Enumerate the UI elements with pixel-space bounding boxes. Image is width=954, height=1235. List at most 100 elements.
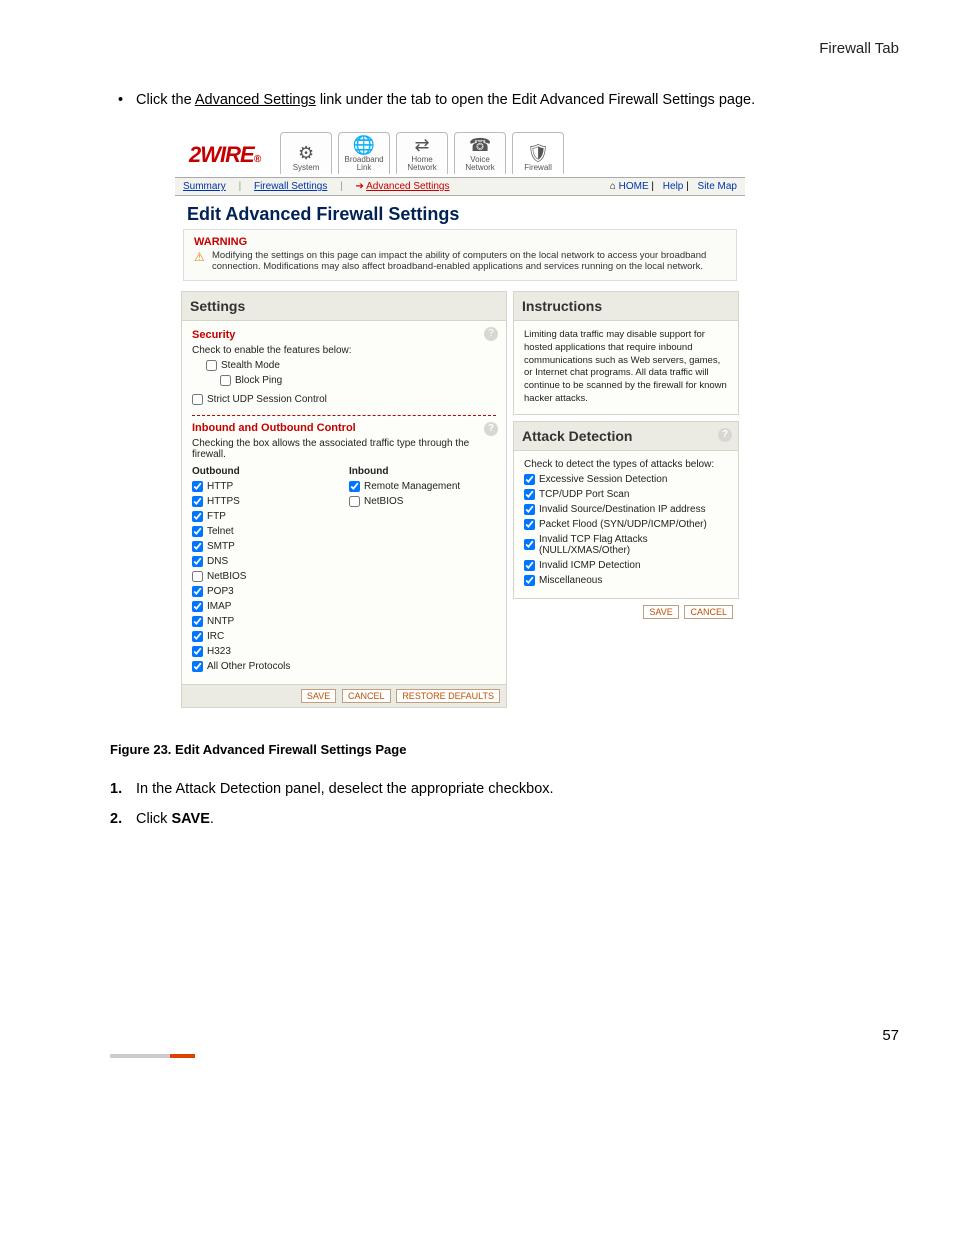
attack-detection-panel: Attack Detection? Check to detect the ty… [513, 421, 739, 599]
outbound-label: DNS [207, 556, 228, 567]
subtab-bar: Summary | Firewall Settings | ➔ Advanced… [175, 177, 745, 196]
home-link[interactable]: HOME [610, 181, 649, 192]
subtab-summary[interactable]: Summary [183, 181, 226, 192]
warning-body: Modifying the settings on this page can … [184, 250, 736, 280]
nav-tab-voice-network[interactable]: ☎Voice Network [454, 132, 506, 174]
nav-tab-home-network[interactable]: ⇄Home Network [396, 132, 448, 174]
page-title: Edit Advanced Firewall Settings [175, 196, 745, 229]
help-icon[interactable]: ? [718, 428, 732, 442]
bullet-mark: • [118, 92, 132, 108]
outbound-label: SMTP [207, 541, 235, 552]
stealth-mode-label: Stealth Mode [221, 360, 280, 371]
strict-udp-checkbox[interactable] [192, 394, 203, 405]
outbound-all-other-protocols-checkbox[interactable] [192, 661, 203, 672]
outbound-label: NetBIOS [207, 571, 246, 582]
page-header: Firewall Tab [110, 40, 899, 57]
nav-tab-broadband-link[interactable]: 🌐Broadband Link [338, 132, 390, 174]
attack-save-button[interactable]: SAVE [643, 605, 678, 619]
2wire-logo: 2WIRE® [175, 142, 280, 174]
attack-invalid-tcp-flag-attacks-null-xmas-other--checkbox[interactable] [524, 539, 535, 550]
attack-packet-flood-syn-udp-icmp-other--checkbox[interactable] [524, 519, 535, 530]
settings-panel: Settings Security ? Check to enable the … [181, 291, 507, 708]
instructions-panel: Instructions Limiting data traffic may d… [513, 291, 739, 415]
outbound-dns-checkbox[interactable] [192, 556, 203, 567]
nav-tab-firewall[interactable]: 🛡Firewall [512, 132, 564, 174]
outbound-nntp-checkbox[interactable] [192, 616, 203, 627]
attack-tcp-udp-port-scan-checkbox[interactable] [524, 489, 535, 500]
save-button[interactable]: SAVE [301, 689, 336, 703]
stealth-mode-checkbox[interactable] [206, 360, 217, 371]
outbound-telnet-checkbox[interactable] [192, 526, 203, 537]
help-link[interactable]: Help [663, 181, 684, 192]
block-ping-checkbox[interactable] [220, 375, 231, 386]
subtab-firewall-settings[interactable]: Firewall Settings [254, 181, 327, 192]
sitemap-link[interactable]: Site Map [698, 181, 737, 192]
outbound-head: Outbound [192, 466, 339, 477]
attack-excessive-session-detection-checkbox[interactable] [524, 474, 535, 485]
io-control-head: Inbound and Outbound Control? [192, 422, 496, 434]
inbound-head: Inbound [349, 466, 496, 477]
outbound-smtp-checkbox[interactable] [192, 541, 203, 552]
intro-pre: Click the [136, 92, 195, 108]
intro-bullet: • Click the Advanced Settings link under… [118, 92, 899, 108]
outbound-label: NNTP [207, 616, 234, 627]
attack-label: Invalid TCP Flag Attacks (NULL/XMAS/Othe… [539, 534, 728, 556]
settings-head: Settings [182, 292, 506, 321]
warning-box: WARNING Modifying the settings on this p… [183, 229, 737, 281]
outbound-label: Telnet [207, 526, 234, 537]
warning-head: WARNING [184, 230, 736, 250]
inbound-remote-management-checkbox[interactable] [349, 481, 360, 492]
screenshot-figure: 2WIRE® ⚙System🌐Broadband Link⇄Home Netwo… [175, 126, 745, 714]
help-icon[interactable]: ? [484, 422, 498, 436]
attack-label: Miscellaneous [539, 575, 602, 586]
nav-tab-system[interactable]: ⚙System [280, 132, 332, 174]
outbound-label: HTTP [207, 481, 233, 492]
attack-label: Excessive Session Detection [539, 474, 667, 485]
page-number: 57 [110, 1027, 899, 1044]
outbound-irc-checkbox[interactable] [192, 631, 203, 642]
step-item: 1.In the Attack Detection panel, deselec… [110, 781, 899, 797]
attack-label: TCP/UDP Port Scan [539, 489, 629, 500]
outbound-h323-checkbox[interactable] [192, 646, 203, 657]
outbound-netbios-checkbox[interactable] [192, 571, 203, 582]
outbound-label: All Other Protocols [207, 661, 290, 672]
outbound-label: FTP [207, 511, 226, 522]
outbound-label: HTTPS [207, 496, 240, 507]
attack-cancel-button[interactable]: CANCEL [684, 605, 733, 619]
instructions-body: Limiting data traffic may disable suppor… [514, 321, 738, 414]
attack-head: Attack Detection? [514, 422, 738, 451]
instructions-head: Instructions [514, 292, 738, 321]
outbound-imap-checkbox[interactable] [192, 601, 203, 612]
inbound-label: Remote Management [364, 481, 460, 492]
io-desc: Checking the box allows the associated t… [192, 438, 496, 460]
outbound-label: H323 [207, 646, 231, 657]
outbound-http-checkbox[interactable] [192, 481, 203, 492]
footer-bar [110, 1054, 899, 1058]
attack-invalid-source-destination-ip-address-checkbox[interactable] [524, 504, 535, 515]
strict-udp-label: Strict UDP Session Control [207, 394, 327, 405]
attack-desc: Check to detect the types of attacks bel… [524, 459, 728, 470]
inbound-netbios-checkbox[interactable] [349, 496, 360, 507]
security-head: Security [192, 329, 496, 341]
attack-label: Packet Flood (SYN/UDP/ICMP/Other) [539, 519, 707, 530]
outbound-https-checkbox[interactable] [192, 496, 203, 507]
cancel-button[interactable]: CANCEL [342, 689, 391, 703]
attack-miscellaneous-checkbox[interactable] [524, 575, 535, 586]
attack-label: Invalid ICMP Detection [539, 560, 641, 571]
outbound-label: IRC [207, 631, 224, 642]
attack-invalid-icmp-detection-checkbox[interactable] [524, 560, 535, 571]
outbound-pop3-checkbox[interactable] [192, 586, 203, 597]
step-item: 2.Click SAVE. [110, 811, 899, 827]
help-icon[interactable]: ? [484, 327, 498, 341]
outbound-ftp-checkbox[interactable] [192, 511, 203, 522]
block-ping-label: Block Ping [235, 375, 282, 386]
intro-post: link under the tab to open the Edit Adva… [316, 92, 755, 108]
subtab-advanced-settings[interactable]: Advanced Settings [366, 181, 449, 192]
advanced-settings-link: Advanced Settings [195, 92, 316, 108]
outbound-label: IMAP [207, 601, 231, 612]
attack-label: Invalid Source/Destination IP address [539, 504, 706, 515]
outbound-label: POP3 [207, 586, 234, 597]
restore-defaults-button[interactable]: RESTORE DEFAULTS [396, 689, 500, 703]
figure-caption: Figure 23. Edit Advanced Firewall Settin… [110, 742, 899, 757]
check-enable-text: Check to enable the features below: [192, 345, 496, 356]
